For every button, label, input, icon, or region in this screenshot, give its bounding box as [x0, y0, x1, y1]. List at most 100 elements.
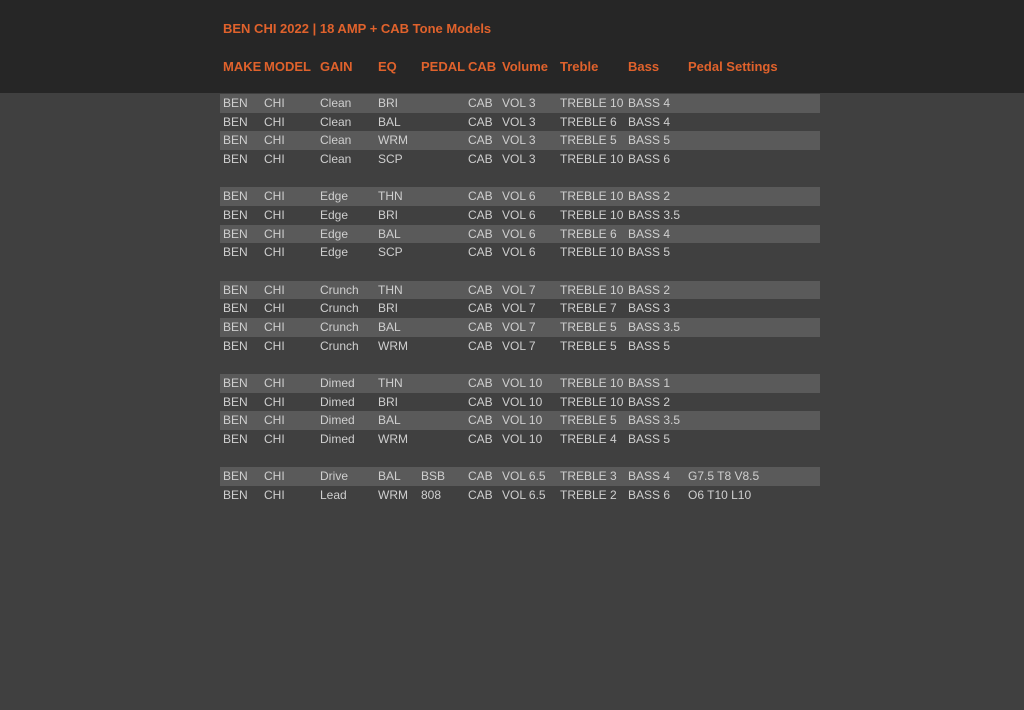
cell-gain[interactable]: Clean [320, 96, 351, 111]
cell-model[interactable]: CHI [264, 208, 285, 223]
cell-gain[interactable]: Dimed [320, 413, 355, 428]
cell-treble[interactable]: TREBLE 5 [560, 339, 617, 354]
table-row[interactable]: BEN CHI Lead WRM 808 CAB VOL 6.5 TREBLE 2 BASS 6… [220, 486, 820, 505]
cell-eq[interactable]: THN [378, 376, 403, 391]
cell-treble[interactable]: TREBLE 10 [560, 208, 623, 223]
cell-bass[interactable]: BASS 1 [628, 376, 670, 391]
cell-cab[interactable]: CAB [468, 283, 493, 298]
cell-gain[interactable]: Crunch [320, 283, 359, 298]
cell-treble[interactable]: TREBLE 10 [560, 189, 623, 204]
cell-cab[interactable]: CAB [468, 376, 493, 391]
cell-model[interactable]: CHI [264, 469, 285, 484]
cell-treble[interactable]: TREBLE 10 [560, 152, 623, 167]
cell-make[interactable]: BEN [223, 469, 248, 484]
cell-volume[interactable]: VOL 10 [502, 395, 542, 410]
cell-bass[interactable]: BASS 6 [628, 152, 670, 167]
table-row[interactable]: BEN CHI Edge BRI CAB VOL 6 TREBLE 10 BASS 3.5 [220, 206, 820, 225]
cell-make[interactable]: BEN [223, 395, 248, 410]
cell-treble[interactable]: TREBLE 4 [560, 432, 617, 447]
cell-bass[interactable]: BASS 3.5 [628, 208, 680, 223]
cell-bass[interactable]: BASS 2 [628, 283, 670, 298]
cell-volume[interactable]: VOL 3 [502, 152, 536, 167]
cell-make[interactable]: BEN [223, 96, 248, 111]
cell-eq[interactable]: BAL [378, 413, 401, 428]
cell-model[interactable]: CHI [264, 339, 285, 354]
cell-volume[interactable]: VOL 7 [502, 283, 536, 298]
cell-gain[interactable]: Edge [320, 208, 348, 223]
cell-cab[interactable]: CAB [468, 413, 493, 428]
cell-make[interactable]: BEN [223, 133, 248, 148]
table-row[interactable]: BEN CHI Edge THN CAB VOL 6 TREBLE 10 BASS 2 [220, 187, 820, 206]
table-row[interactable]: BEN CHI Clean BAL CAB VOL 3 TREBLE 6 BASS 4 [220, 113, 820, 132]
cell-treble[interactable]: TREBLE 10 [560, 395, 623, 410]
cell-volume[interactable]: VOL 6 [502, 189, 536, 204]
cell-eq[interactable]: WRM [378, 133, 408, 148]
table-row[interactable]: BEN CHI Dimed WRM CAB VOL 10 TREBLE 4 BASS 5 [220, 430, 820, 449]
cell-volume[interactable]: VOL 7 [502, 339, 536, 354]
cell-gain[interactable]: Clean [320, 133, 351, 148]
cell-eq[interactable]: BAL [378, 227, 401, 242]
cell-make[interactable]: BEN [223, 320, 248, 335]
cell-make[interactable]: BEN [223, 227, 248, 242]
table-row[interactable]: BEN CHI Crunch BRI CAB VOL 7 TREBLE 7 BASS 3 [220, 299, 820, 318]
cell-bass[interactable]: BASS 4 [628, 115, 670, 130]
cell-bass[interactable]: BASS 4 [628, 469, 670, 484]
cell-model[interactable]: CHI [264, 395, 285, 410]
cell-make[interactable]: BEN [223, 208, 248, 223]
cell-make[interactable]: BEN [223, 152, 248, 167]
column-header-bass[interactable]: Bass [628, 59, 659, 74]
cell-bass[interactable]: BASS 5 [628, 432, 670, 447]
table-row[interactable]: BEN CHI Clean SCP CAB VOL 3 TREBLE 10 BASS 6 [220, 150, 820, 169]
cell-gain[interactable]: Edge [320, 227, 348, 242]
cell-gain[interactable]: Clean [320, 115, 351, 130]
cell-treble[interactable]: TREBLE 2 [560, 488, 617, 503]
cell-volume[interactable]: VOL 6 [502, 227, 536, 242]
cell-model[interactable]: CHI [264, 320, 285, 335]
table-row[interactable]: BEN CHI Clean WRM CAB VOL 3 TREBLE 5 BASS 5 [220, 131, 820, 150]
cell-eq[interactable]: BAL [378, 469, 401, 484]
cell-model[interactable]: CHI [264, 488, 285, 503]
cell-volume[interactable]: VOL 6.5 [502, 488, 546, 503]
cell-cab[interactable]: CAB [468, 245, 493, 260]
cell-model[interactable]: CHI [264, 189, 285, 204]
cell-gain[interactable]: Edge [320, 245, 348, 260]
cell-make[interactable]: BEN [223, 283, 248, 298]
cell-model[interactable]: CHI [264, 432, 285, 447]
cell-model[interactable]: CHI [264, 301, 285, 316]
column-header-cab[interactable]: CAB [468, 59, 496, 74]
cell-cab[interactable]: CAB [468, 208, 493, 223]
cell-treble[interactable]: TREBLE 5 [560, 133, 617, 148]
cell-treble[interactable]: TREBLE 10 [560, 96, 623, 111]
cell-volume[interactable]: VOL 6 [502, 245, 536, 260]
cell-gain[interactable]: Clean [320, 152, 351, 167]
cell-make[interactable]: BEN [223, 245, 248, 260]
cell-eq[interactable]: WRM [378, 432, 408, 447]
cell-volume[interactable]: VOL 3 [502, 133, 536, 148]
cell-pedal[interactable]: 808 [421, 488, 441, 503]
cell-cab[interactable]: CAB [468, 301, 493, 316]
cell-eq[interactable]: SCP [378, 245, 403, 260]
cell-gain[interactable]: Drive [320, 469, 348, 484]
cell-gain[interactable]: Lead [320, 488, 347, 503]
cell-cab[interactable]: CAB [468, 115, 493, 130]
cell-cab[interactable]: CAB [468, 189, 493, 204]
cell-treble[interactable]: TREBLE 6 [560, 227, 617, 242]
table-row[interactable]: BEN CHI Drive BAL BSB CAB VOL 6.5 TREBLE 3 BASS … [220, 467, 820, 486]
cell-cab[interactable]: CAB [468, 432, 493, 447]
cell-treble[interactable]: TREBLE 6 [560, 115, 617, 130]
table-row[interactable]: BEN CHI Crunch BAL CAB VOL 7 TREBLE 5 BASS 3.5 [220, 317, 820, 337]
cell-treble[interactable]: TREBLE 3 [560, 469, 617, 484]
cell-eq[interactable]: WRM [378, 488, 408, 503]
column-header-make[interactable]: MAKE [223, 59, 261, 74]
cell-eq[interactable]: THN [378, 283, 403, 298]
column-header-treble[interactable]: Treble [560, 59, 598, 74]
cell-model[interactable]: CHI [264, 133, 285, 148]
column-header-gain[interactable]: GAIN [320, 59, 353, 74]
cell-gain[interactable]: Crunch [320, 301, 359, 316]
cell-bass[interactable]: BASS 5 [628, 133, 670, 148]
table-row[interactable]: BEN CHI Crunch WRM CAB VOL 7 TREBLE 5 BASS 5 [220, 337, 820, 356]
cell-bass[interactable]: BASS 5 [628, 339, 670, 354]
table-row[interactable]: BEN CHI Dimed THN CAB VOL 10 TREBLE 10 BASS 1 [220, 373, 820, 393]
cell-model[interactable]: CHI [264, 96, 285, 111]
cell-bass[interactable]: BASS 2 [628, 395, 670, 410]
